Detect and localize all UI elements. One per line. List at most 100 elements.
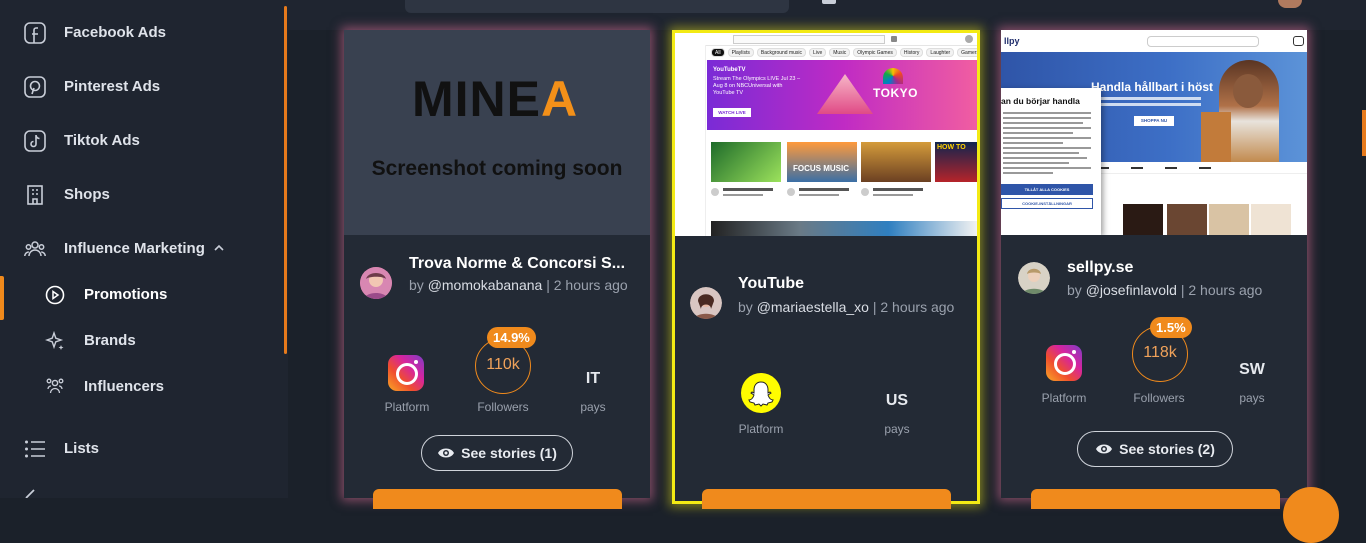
yt-thumbnail xyxy=(711,142,781,182)
country-value: IT xyxy=(585,370,601,387)
sidebar-item-brands[interactable]: Brands xyxy=(0,321,280,361)
yt-chip: Live xyxy=(809,48,827,57)
country-label: pays xyxy=(884,422,910,436)
sidebar-scrollbar[interactable] xyxy=(284,6,287,354)
yt-chip: Laughter xyxy=(926,48,955,57)
instagram-icon xyxy=(1046,345,1082,381)
avatar xyxy=(360,267,392,299)
sidebar-item-label: Promotions xyxy=(84,286,168,303)
followers-value: 118k xyxy=(1143,344,1177,361)
primary-action-button[interactable] xyxy=(702,489,951,509)
ad-screenshot: All Playlists Background music Live Music Oly… xyxy=(675,33,977,236)
people-icon xyxy=(24,241,46,257)
yt-chip: Background music xyxy=(756,48,807,57)
sidebar-item-label: Influence Marketing xyxy=(64,240,205,257)
country-value: SW xyxy=(1239,361,1265,378)
yt-chip-bar: All Playlists Background music Live Music Oly… xyxy=(711,48,977,57)
more-icon xyxy=(25,489,35,498)
sidebar-item-facebook-ads[interactable]: Facebook Ads xyxy=(0,13,280,53)
chat-button[interactable] xyxy=(1283,487,1339,543)
card-byline: by @mariaestella_xo | 2 hours ago xyxy=(738,299,955,315)
engagement-badge: 1.5% xyxy=(1150,317,1192,338)
followers-label: Followers xyxy=(477,400,529,414)
yt-banner: YouTubeTV Stream The Olympics LIVE Jul 2… xyxy=(707,60,977,130)
see-stories-button[interactable]: See stories (2) xyxy=(1077,431,1233,467)
sparkle-icon xyxy=(45,331,64,350)
yt-chip: All xyxy=(711,48,725,57)
sidebar-item-pinterest-ads[interactable]: Pinterest Ads xyxy=(0,67,280,107)
followers-label: Followers xyxy=(1133,391,1185,405)
primary-action-button[interactable] xyxy=(373,489,622,509)
yt-thumbnail: FOCUS MUSIC xyxy=(787,142,857,182)
sidebar-item-label: Influencers xyxy=(84,378,165,395)
sidebar-item-label: Tiktok Ads xyxy=(64,132,140,149)
notification-icon[interactable] xyxy=(822,0,836,4)
sidebar-item-label: Facebook Ads xyxy=(64,24,166,41)
card-title[interactable]: Trova Norme & Concorsi S... xyxy=(409,255,625,273)
screenshot-placeholder: MINEA Screenshot coming soon xyxy=(344,30,650,235)
sidebar-item-label: Shops xyxy=(64,186,110,203)
avatar xyxy=(1018,262,1050,294)
handle-link[interactable]: @josefinlavold xyxy=(1086,282,1177,298)
country-value: US xyxy=(885,392,909,409)
sidebar: Facebook Ads Pinterest Ads Tiktok Ads Sh… xyxy=(0,0,288,498)
see-stories-label: See stories (2) xyxy=(1119,441,1215,457)
see-stories-button[interactable]: See stories (1) xyxy=(421,435,573,471)
sidebar-item-label: Lists xyxy=(64,440,100,457)
yt-header xyxy=(675,33,977,46)
sidebar-item-influence-marketing[interactable]: Influence Marketing xyxy=(0,229,280,269)
search-input[interactable] xyxy=(405,0,789,13)
platform-label: Platform xyxy=(738,422,784,436)
handle-link[interactable]: @momokabanana xyxy=(428,277,543,293)
yt-thumbnail: HOW TO xyxy=(935,142,977,182)
sidebar-item-label: Brands xyxy=(84,332,136,349)
country-label: pays xyxy=(580,400,606,414)
yt-video-meta xyxy=(711,186,977,216)
card-title[interactable]: YouTube xyxy=(738,275,804,293)
shop-icon xyxy=(27,185,43,205)
play-circle-icon xyxy=(45,285,65,305)
sidebar-item-lists[interactable]: Lists xyxy=(0,429,280,469)
yt-chip: Playlists xyxy=(727,48,754,57)
handle-link[interactable]: @mariaestella_xo xyxy=(757,299,869,315)
country-label: pays xyxy=(1239,391,1265,405)
promotion-card[interactable]: All Playlists Background music Live Music Oly… xyxy=(672,30,980,509)
yt-thumbnail-row xyxy=(711,221,977,236)
yt-chip: Music xyxy=(829,48,851,57)
avatar xyxy=(690,287,722,319)
sidebar-item-promotions[interactable]: Promotions xyxy=(0,275,280,315)
instagram-icon xyxy=(388,355,424,391)
card-byline: by @josefinlavold | 2 hours ago xyxy=(1067,282,1263,298)
yt-chip: Olympic Games xyxy=(853,48,897,57)
sidebar-item-tiktok-ads[interactable]: Tiktok Ads xyxy=(0,121,280,161)
eye-icon xyxy=(438,448,455,458)
card-title[interactable]: sellpy.se xyxy=(1067,259,1133,277)
promotion-card[interactable]: llpy Handla hållbart i höst SHOPPA NU an… xyxy=(1001,30,1307,509)
sidebar-item-shops[interactable]: Shops xyxy=(0,175,280,215)
minea-logo: MINEA xyxy=(412,71,579,127)
sidebar-item-influencers[interactable]: Influencers xyxy=(0,367,280,407)
placeholder-text: Screenshot coming soon xyxy=(371,157,623,180)
yt-chip: Gamers xyxy=(957,48,977,57)
platform-label: Platform xyxy=(384,400,430,414)
eye-icon xyxy=(1096,444,1113,454)
yt-thumbnail xyxy=(861,142,931,182)
influencer-icon xyxy=(46,378,64,394)
promotion-card[interactable]: MINEA Screenshot coming soon Trova Norme… xyxy=(344,30,650,509)
sidebar-item-label: Pinterest Ads xyxy=(64,78,161,95)
engagement-badge: 14.9% xyxy=(487,327,536,348)
platform-label: Platform xyxy=(1041,391,1087,405)
pinterest-icon xyxy=(24,76,46,98)
primary-action-button[interactable] xyxy=(1031,489,1280,509)
facebook-icon xyxy=(24,22,46,44)
page-scrollbar[interactable] xyxy=(1362,110,1366,156)
followers-value: 110k xyxy=(486,356,520,373)
card-byline: by @momokabanana | 2 hours ago xyxy=(409,277,628,293)
ad-screenshot: llpy Handla hållbart i höst SHOPPA NU an… xyxy=(1001,30,1307,235)
cookie-modal: an du börjar handla TILLÅT ALLA COOKIES … xyxy=(1001,88,1101,235)
see-stories-label: See stories (1) xyxy=(461,445,557,461)
chevron-up-icon[interactable] xyxy=(214,243,224,253)
yt-chip: History xyxy=(899,48,924,57)
tiktok-icon xyxy=(24,130,46,152)
list-icon xyxy=(25,440,45,458)
